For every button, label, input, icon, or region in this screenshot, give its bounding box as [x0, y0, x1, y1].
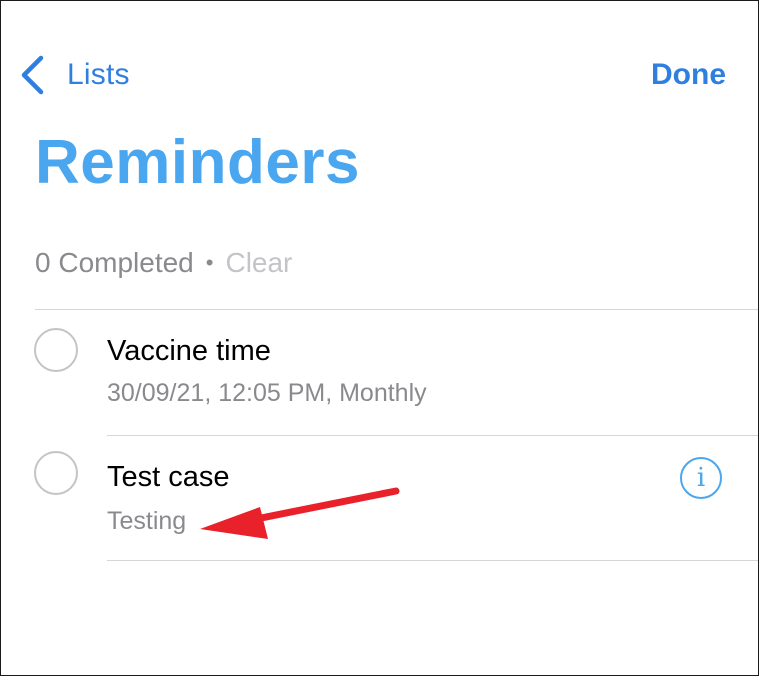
complete-toggle[interactable]	[34, 328, 78, 372]
back-button[interactable]: Lists	[19, 53, 130, 97]
page-title: Reminders	[35, 128, 360, 197]
reminder-subtitle: Testing	[107, 507, 187, 535]
list-item[interactable]: Vaccine time 30/09/21, 12:05 PM, Monthly	[1, 311, 758, 435]
back-button-label: Lists	[67, 58, 130, 91]
red-arrow-annotation	[200, 487, 400, 539]
clear-button[interactable]: Clear	[225, 247, 292, 279]
chevron-left-icon	[19, 55, 45, 95]
info-icon[interactable]: i	[680, 457, 722, 499]
done-button[interactable]: Done	[651, 53, 726, 97]
completed-count: 0 Completed	[35, 247, 194, 278]
completed-separator: •	[205, 250, 214, 275]
divider	[35, 309, 758, 310]
reminder-title[interactable]: Vaccine time	[107, 335, 271, 368]
divider	[107, 560, 758, 561]
divider	[107, 435, 758, 436]
screenshot-frame: Lists Done Reminders 0 Completed • Clear…	[0, 0, 759, 676]
reminder-subtitle: 30/09/21, 12:05 PM, Monthly	[107, 379, 427, 407]
completed-summary: 0 Completed • Clear	[35, 247, 292, 279]
complete-toggle[interactable]	[34, 451, 78, 495]
